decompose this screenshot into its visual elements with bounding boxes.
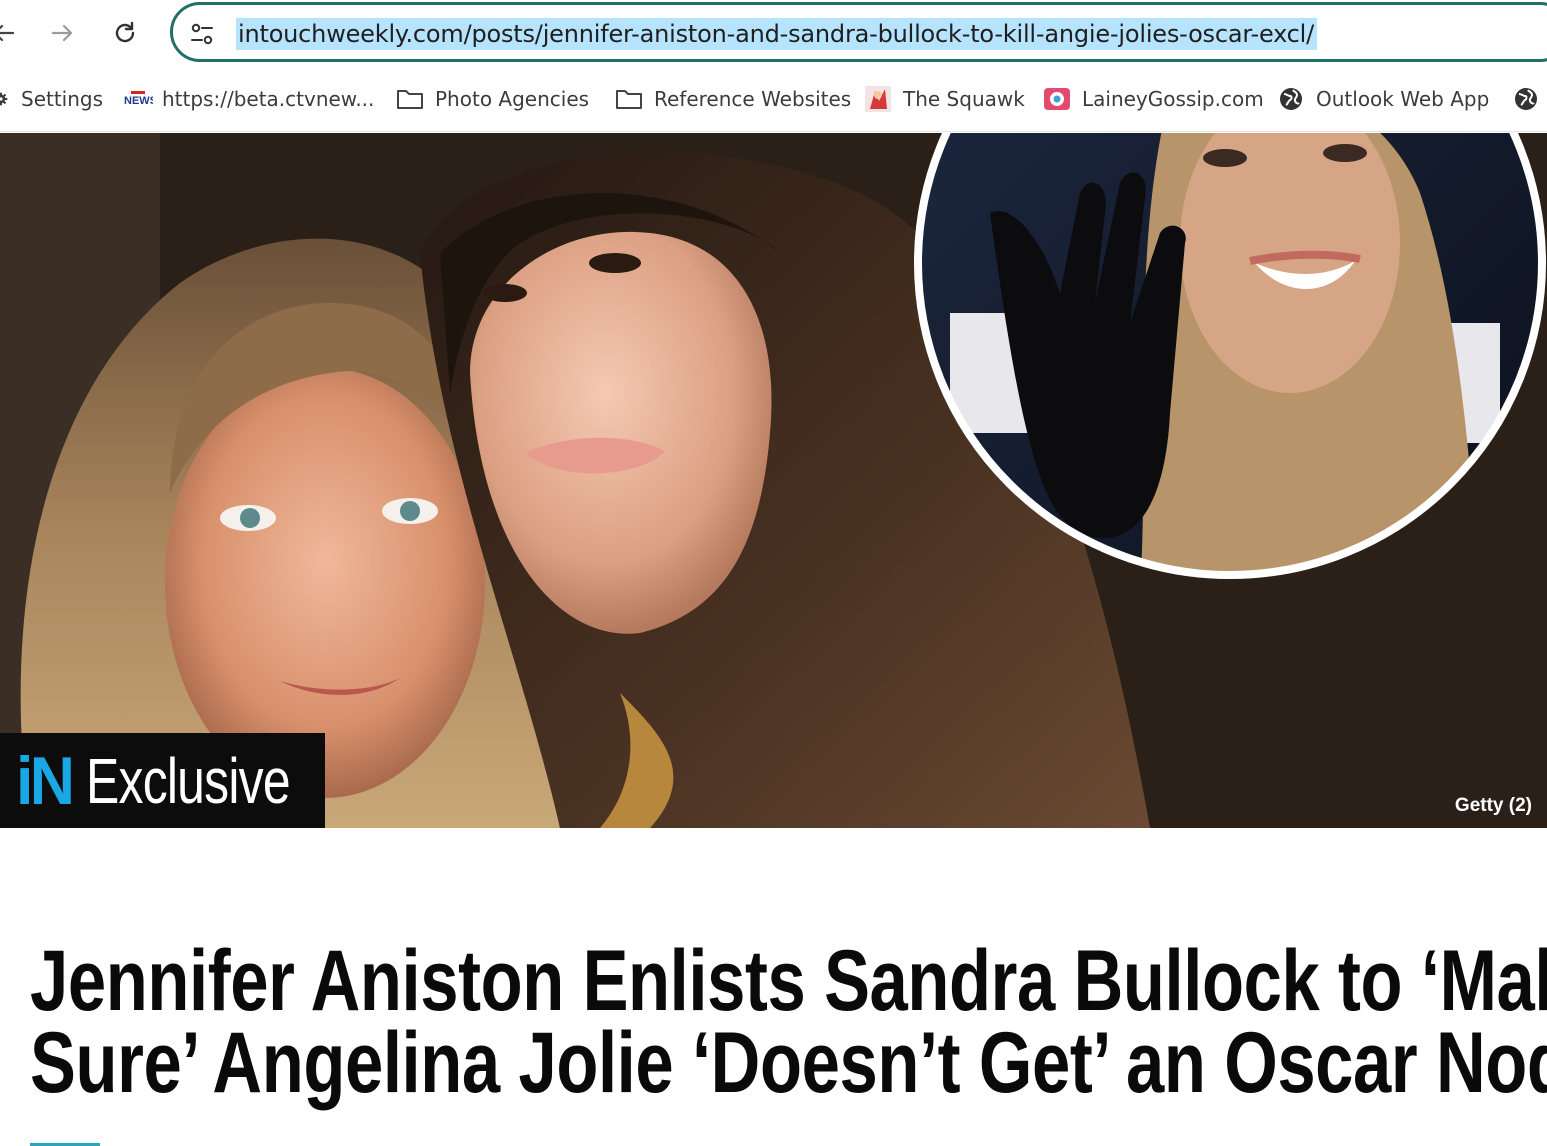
- bookmark-the-squawk[interactable]: The Squawk: [864, 82, 1025, 116]
- hero-photo-illustration: [0, 133, 1547, 828]
- address-bar[interactable]: intouchweekly.com/posts/jennifer-aniston…: [170, 2, 1547, 62]
- bookmark-label: LaineyGossip.com: [1082, 87, 1264, 111]
- photo-credit: Getty (2): [1454, 795, 1532, 816]
- folder-icon: [615, 85, 643, 113]
- bookmark-outlook-web-app[interactable]: Outlook Web App: [1277, 82, 1489, 116]
- back-button[interactable]: [0, 14, 22, 52]
- bookmark-ctvnews[interactable]: NEWS https://beta.ctvnew...: [123, 82, 374, 116]
- headline-line-2: Sure’ Angelina Jolie ‘Doesn’t Get’ an Os…: [30, 1015, 1547, 1111]
- site-info-icon[interactable]: [189, 21, 215, 47]
- bookmark-globe-overflow[interactable]: [1512, 82, 1547, 116]
- bookmark-label: The Squawk: [903, 87, 1025, 111]
- headline-line-1: Jennifer Aniston Enlists Sandra Bullock …: [30, 933, 1547, 1029]
- bookmark-label: Reference Websites: [654, 87, 852, 111]
- svg-text:NEWS: NEWS: [124, 95, 153, 107]
- browser-toolbar: intouchweekly.com/posts/jennifer-aniston…: [0, 0, 1547, 66]
- exclusive-label: Exclusive: [86, 744, 291, 817]
- forward-button[interactable]: [44, 14, 80, 52]
- bookmarks-bar: Settings NEWS https://beta.ctvnew... Pho…: [0, 66, 1547, 132]
- folder-icon: [396, 85, 424, 113]
- reload-button[interactable]: [107, 14, 143, 52]
- bookmark-label: Outlook Web App: [1316, 87, 1490, 111]
- bookmark-laineygossip[interactable]: LaineyGossip.com: [1043, 82, 1264, 116]
- forward-arrow-icon: [51, 24, 73, 42]
- url-text[interactable]: intouchweekly.com/posts/jennifer-aniston…: [236, 18, 1318, 50]
- globe-icon: [1277, 85, 1305, 113]
- exclusive-badge: iN Exclusive: [0, 733, 325, 828]
- bookmark-settings[interactable]: Settings: [0, 82, 103, 116]
- ctv-news-icon: NEWS: [123, 85, 153, 113]
- bookmark-label: Settings: [21, 87, 104, 111]
- reload-icon: [115, 21, 135, 43]
- bookmark-photo-agencies[interactable]: Photo Agencies: [396, 82, 589, 116]
- bookmark-reference-websites[interactable]: Reference Websites: [615, 82, 851, 116]
- gear-icon: [0, 85, 8, 113]
- hero-image: iN Exclusive Getty (2): [0, 133, 1547, 828]
- intouch-logo: iN: [16, 742, 75, 819]
- lainey-favicon: [1043, 85, 1071, 113]
- squawk-favicon: [864, 85, 892, 113]
- bookmark-label: https://beta.ctvnew...: [162, 87, 375, 111]
- article-headline: Jennifer Aniston Enlists Sandra Bullock …: [30, 933, 1547, 1111]
- bookmark-label: Photo Agencies: [435, 87, 590, 111]
- back-arrow-icon: [0, 24, 15, 42]
- globe-icon: [1512, 85, 1540, 113]
